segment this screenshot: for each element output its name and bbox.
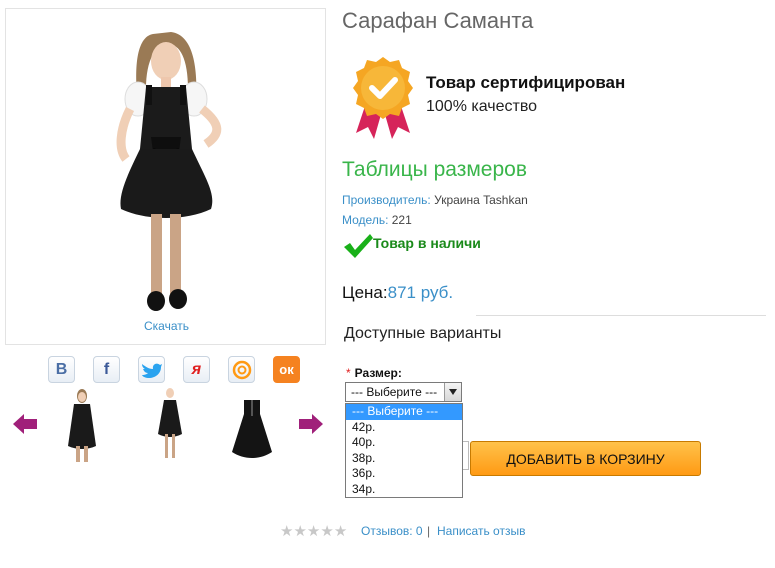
thumbnail-3[interactable] [222,386,282,466]
size-option[interactable]: 34р. [346,482,462,498]
yaru-icon[interactable]: я [183,356,210,383]
price-label: Цена: [342,283,388,302]
options-title: Доступные варианты [344,325,502,342]
add-to-cart-button[interactable]: ДОБАВИТЬ В КОРЗИНУ [470,441,701,476]
price-row: Цена:871 руб. [342,283,453,303]
stock-status: Товар в наличи [373,235,481,251]
size-option[interactable]: 42р. [346,420,462,436]
size-select-value: --- Выберите --- [351,385,438,399]
prev-arrow-icon[interactable] [12,413,38,440]
model-row: Модель: 221 [342,213,412,227]
size-option[interactable]: 38р. [346,451,462,467]
certificate-badge-icon [350,55,416,144]
twitter-icon[interactable] [138,356,165,383]
size-option[interactable]: 36р. [346,466,462,482]
odnoklassniki-icon[interactable]: ок [273,356,300,383]
check-icon [342,232,374,265]
thumbnail-2[interactable] [140,386,200,466]
facebook-icon[interactable]: f [93,356,120,383]
size-label: * Размер: [346,366,402,380]
reviews-separator: | [427,524,431,538]
product-photo [116,32,222,311]
download-link[interactable]: Скачать [6,319,327,333]
size-table-link[interactable]: Таблицы размеров [342,158,527,182]
vkontakte-icon[interactable]: В [48,356,75,383]
manufacturer-row: Производитель: Украина Tashkan [342,193,528,207]
manufacturer-label: Производитель: [342,193,431,207]
quantity-input[interactable] [462,441,469,470]
certificate-subtitle: 100% качество [426,98,538,115]
thumbnail-1[interactable] [52,386,112,466]
next-arrow-icon[interactable] [298,413,324,440]
model-value: 221 [391,213,412,227]
required-mark: * [346,366,351,380]
manufacturer-value: Украина Tashkan [434,193,528,207]
star-icon: ★ [280,523,294,540]
size-option[interactable]: 40р. [346,435,462,451]
divider [476,315,766,316]
product-title: Сарафан Саманта [342,8,534,33]
write-review-link[interactable]: Написать отзыв [437,524,525,538]
size-label-text: Размер: [354,366,402,380]
star-icon: ★ [293,523,307,540]
reviews-count-link[interactable]: Отзывов: 0 [361,524,423,538]
model-label: Модель: [342,213,389,227]
size-option[interactable]: --- Выберите --- [346,404,462,420]
product-main-image[interactable]: Скачать [5,8,326,345]
mailru-icon[interactable] [228,356,255,383]
star-icon: ★ [333,523,348,540]
chevron-down-icon[interactable] [444,383,461,401]
price-value: 871 руб. [387,283,454,302]
size-dropdown-list[interactable]: --- Выберите --- 42р. 40р. 38р. 36р. 34р… [345,403,463,498]
rating-stars: ★ ★ ★ ★ ★ [280,524,347,540]
star-icon: ★ [320,523,334,540]
star-icon: ★ [306,523,321,540]
certificate-title: Товар сертифицирован [426,73,626,92]
size-select[interactable]: --- Выберите --- [345,382,462,402]
